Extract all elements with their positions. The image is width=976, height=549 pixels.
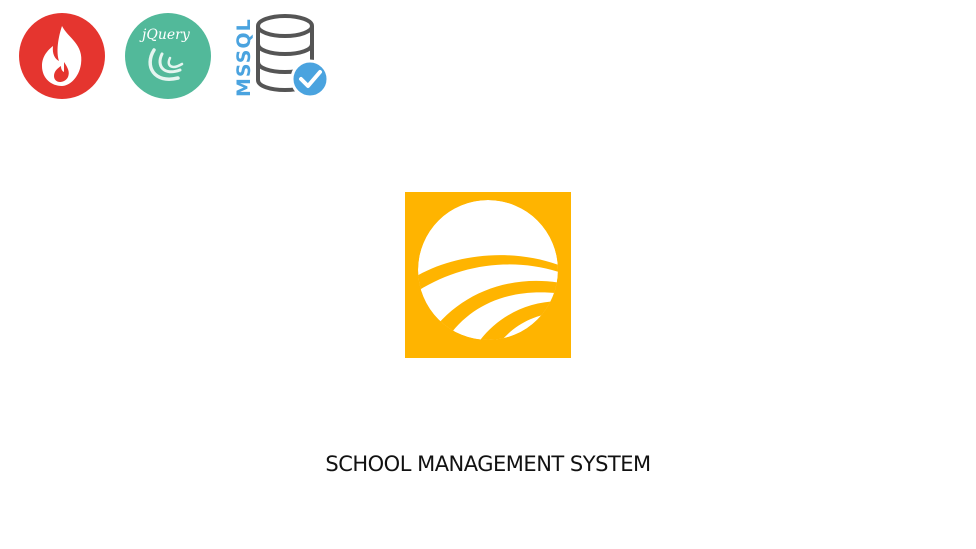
mssql-label: MSSQL bbox=[233, 18, 255, 97]
app-title: SCHOOL MANAGEMENT SYSTEM bbox=[325, 452, 651, 476]
flame-icon bbox=[19, 13, 105, 99]
database-check-icon: MSSQL bbox=[233, 14, 330, 99]
sunrise-arc-logo bbox=[405, 192, 571, 358]
jquery-icon: jQuery bbox=[125, 13, 211, 99]
tech-logos: jQuery MSSQL bbox=[18, 12, 338, 102]
jquery-label: jQuery bbox=[139, 27, 191, 43]
